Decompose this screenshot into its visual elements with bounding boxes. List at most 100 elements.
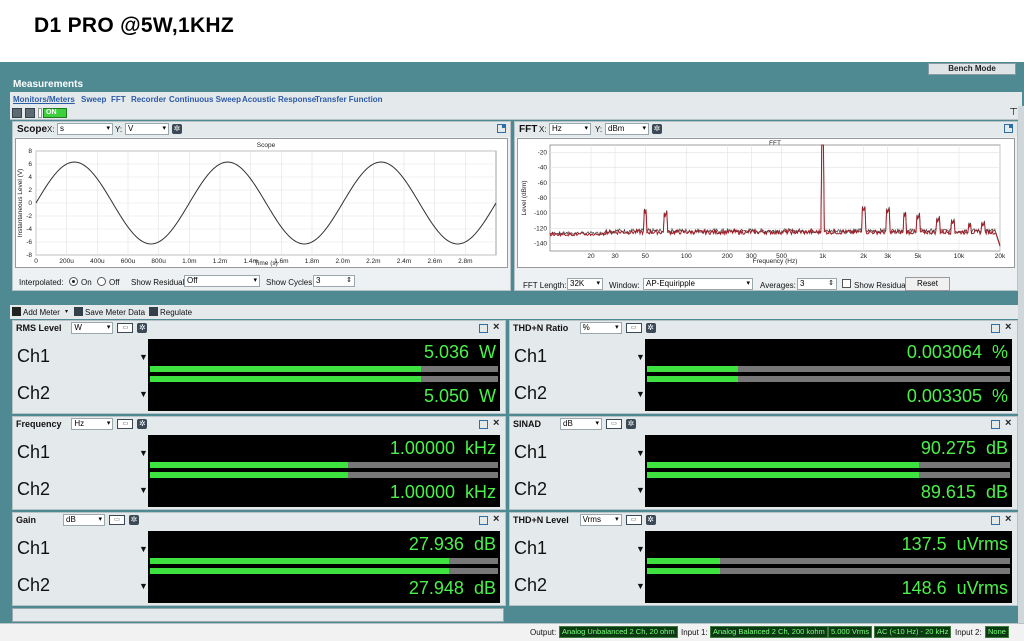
save-meter-data-button[interactable]: Save Meter Data: [85, 308, 145, 317]
gear-icon[interactable]: ✲: [645, 323, 656, 333]
popout-icon[interactable]: [991, 516, 1000, 525]
pin-icon[interactable]: ⊤: [1009, 107, 1018, 118]
scope-x-tick: 2.6m: [427, 258, 441, 265]
tab-monitors-meters[interactable]: Monitors/Meters: [13, 95, 75, 104]
fft-x-tick: 50: [642, 253, 650, 260]
scope-x-tick: 2.8m: [458, 258, 472, 265]
reset-button[interactable]: Reset: [905, 277, 950, 291]
scope-x-unit-dropdown[interactable]: s ▾: [57, 123, 113, 135]
averages-stepper[interactable]: 3 ⇕: [797, 278, 837, 290]
input1-label: Input 1:: [681, 628, 708, 637]
popout-icon[interactable]: [1004, 124, 1013, 133]
meter-unit-dropdown[interactable]: Vrms ▾: [579, 514, 622, 526]
channel-2-dropdown[interactable]: ▼: [139, 485, 148, 495]
window-dropdown[interactable]: AP-Equiripple ▾: [643, 278, 753, 290]
close-icon[interactable]: ×: [1005, 417, 1011, 429]
tab-fft[interactable]: FFT: [111, 95, 126, 104]
channel-1-dropdown[interactable]: ▼: [636, 544, 645, 554]
scope-y-tick: -4: [26, 226, 32, 233]
gear-icon[interactable]: ✲: [645, 515, 656, 525]
regulate-button[interactable]: Regulate: [160, 308, 192, 317]
interpolated-on-radio[interactable]: [69, 277, 78, 286]
meter-unit-dropdown[interactable]: % ▾: [579, 322, 622, 334]
meter-display: 1.00000 kHz 1.00000 kHz: [148, 435, 500, 507]
channel-1-dropdown[interactable]: ▼: [139, 448, 148, 458]
input2-config[interactable]: None: [985, 626, 1009, 638]
meter-panel: Gain dB ▾ ▭ ✲ × Ch1 ▼ Ch2 ▼ 27.936 dB 27.…: [12, 512, 506, 606]
plus-icon: [12, 307, 21, 316]
input1-filter[interactable]: AC (<10 Hz) - 20 kHz: [874, 626, 952, 638]
meter-unit-dropdown[interactable]: Hz ▾: [71, 418, 114, 430]
channel-1-label: Ch1: [514, 346, 548, 366]
channel-1-dropdown[interactable]: ▼: [139, 352, 148, 362]
meter-unit-dropdown[interactable]: dB ▾: [560, 418, 602, 430]
tab-sweep[interactable]: Sweep: [81, 95, 106, 104]
close-icon[interactable]: ×: [1005, 321, 1011, 333]
meter-options-icon[interactable]: ▭: [606, 419, 622, 429]
popout-icon[interactable]: [479, 516, 488, 525]
gear-icon[interactable]: ✲: [137, 419, 148, 429]
meter-options-icon[interactable]: ▭: [625, 323, 642, 333]
chevron-down-icon: ▾: [615, 324, 619, 331]
fft-y-unit-dropdown[interactable]: dBm ▾: [605, 123, 649, 135]
layout-icon[interactable]: [12, 108, 22, 118]
monitor-on-toggle[interactable]: ON: [43, 108, 67, 118]
channel-1-dropdown[interactable]: ▼: [636, 448, 645, 458]
fft-x-tick: 2k: [860, 253, 868, 260]
channel-2-dropdown[interactable]: ▼: [636, 389, 645, 399]
fft-x-tick: 200: [722, 253, 733, 260]
bench-mode-button[interactable]: Bench Mode: [928, 63, 1016, 75]
tab-continuous-sweep[interactable]: Continuous Sweep: [169, 95, 241, 104]
right-scrollbar[interactable]: [1018, 106, 1024, 641]
show-cycles-stepper[interactable]: 3 ⇕: [313, 275, 355, 287]
channel-2-dropdown[interactable]: ▼: [139, 389, 148, 399]
fft-length-dropdown[interactable]: 32K ▾: [567, 278, 603, 290]
tab-transfer-function[interactable]: Transfer Function: [315, 95, 383, 104]
meter-options-icon[interactable]: ▭: [117, 323, 134, 333]
close-icon[interactable]: ×: [493, 417, 499, 429]
gear-icon[interactable]: ✲: [626, 419, 636, 429]
meter-options-icon[interactable]: ▭: [117, 419, 134, 429]
grid-icon[interactable]: [25, 108, 35, 118]
channel-1-dropdown[interactable]: ▼: [139, 544, 148, 554]
show-residual-checkbox[interactable]: [842, 279, 851, 288]
channel-2-dropdown[interactable]: ▼: [636, 581, 645, 591]
scope-y-tick: 2: [28, 187, 32, 194]
input1-range[interactable]: 5.000 Vrms: [828, 626, 873, 638]
meter-options-icon[interactable]: ▭: [625, 515, 642, 525]
popout-icon[interactable]: [479, 324, 488, 333]
chevron-down-icon: ▾: [615, 516, 619, 523]
add-meter-button[interactable]: Add Meter: [23, 308, 60, 317]
popout-icon[interactable]: [479, 420, 488, 429]
meter-options-icon[interactable]: ▭: [109, 515, 125, 525]
channel-1-dropdown[interactable]: ▼: [636, 352, 645, 362]
channel-2-label: Ch2: [514, 575, 548, 595]
fft-x-unit-dropdown[interactable]: Hz ▾: [549, 123, 591, 135]
close-icon[interactable]: ×: [1005, 513, 1011, 525]
popout-icon[interactable]: [991, 420, 1000, 429]
fft-x-tick: 100: [681, 253, 692, 260]
channel-1-unit: dB: [985, 438, 1008, 458]
popout-icon[interactable]: [497, 124, 506, 133]
tab-acoustic-response[interactable]: Acoustic Response: [242, 95, 316, 104]
output-config[interactable]: Analog Unbalanced 2 Ch, 20 ohm: [559, 626, 678, 638]
chevron-down-icon[interactable]: ▾: [65, 308, 68, 315]
input1-config[interactable]: Analog Balanced 2 Ch, 200 kohm: [710, 626, 828, 638]
close-icon[interactable]: ×: [493, 321, 499, 333]
channel-2-dropdown[interactable]: ▼: [139, 581, 148, 591]
tab-recorder[interactable]: Recorder: [131, 95, 166, 104]
gear-icon[interactable]: ✲: [652, 124, 662, 134]
interpolated-off-radio[interactable]: [97, 277, 106, 286]
close-icon[interactable]: ×: [493, 513, 499, 525]
meter-unit-dropdown[interactable]: W ▾: [71, 322, 114, 334]
channel-2-dropdown[interactable]: ▼: [636, 485, 645, 495]
chevron-down-icon: ▾: [253, 277, 257, 284]
popout-icon[interactable]: [991, 324, 1000, 333]
gear-icon[interactable]: ✲: [129, 515, 139, 525]
show-residual-dropdown[interactable]: Off ▾: [184, 275, 260, 287]
scope-y-axis-label: Instantaneous Level (V): [17, 169, 24, 238]
scope-y-unit-dropdown[interactable]: V ▾: [125, 123, 169, 135]
gear-icon[interactable]: ✲: [137, 323, 148, 333]
gear-icon[interactable]: ✲: [172, 124, 182, 134]
meter-unit-dropdown[interactable]: dB ▾: [63, 514, 105, 526]
